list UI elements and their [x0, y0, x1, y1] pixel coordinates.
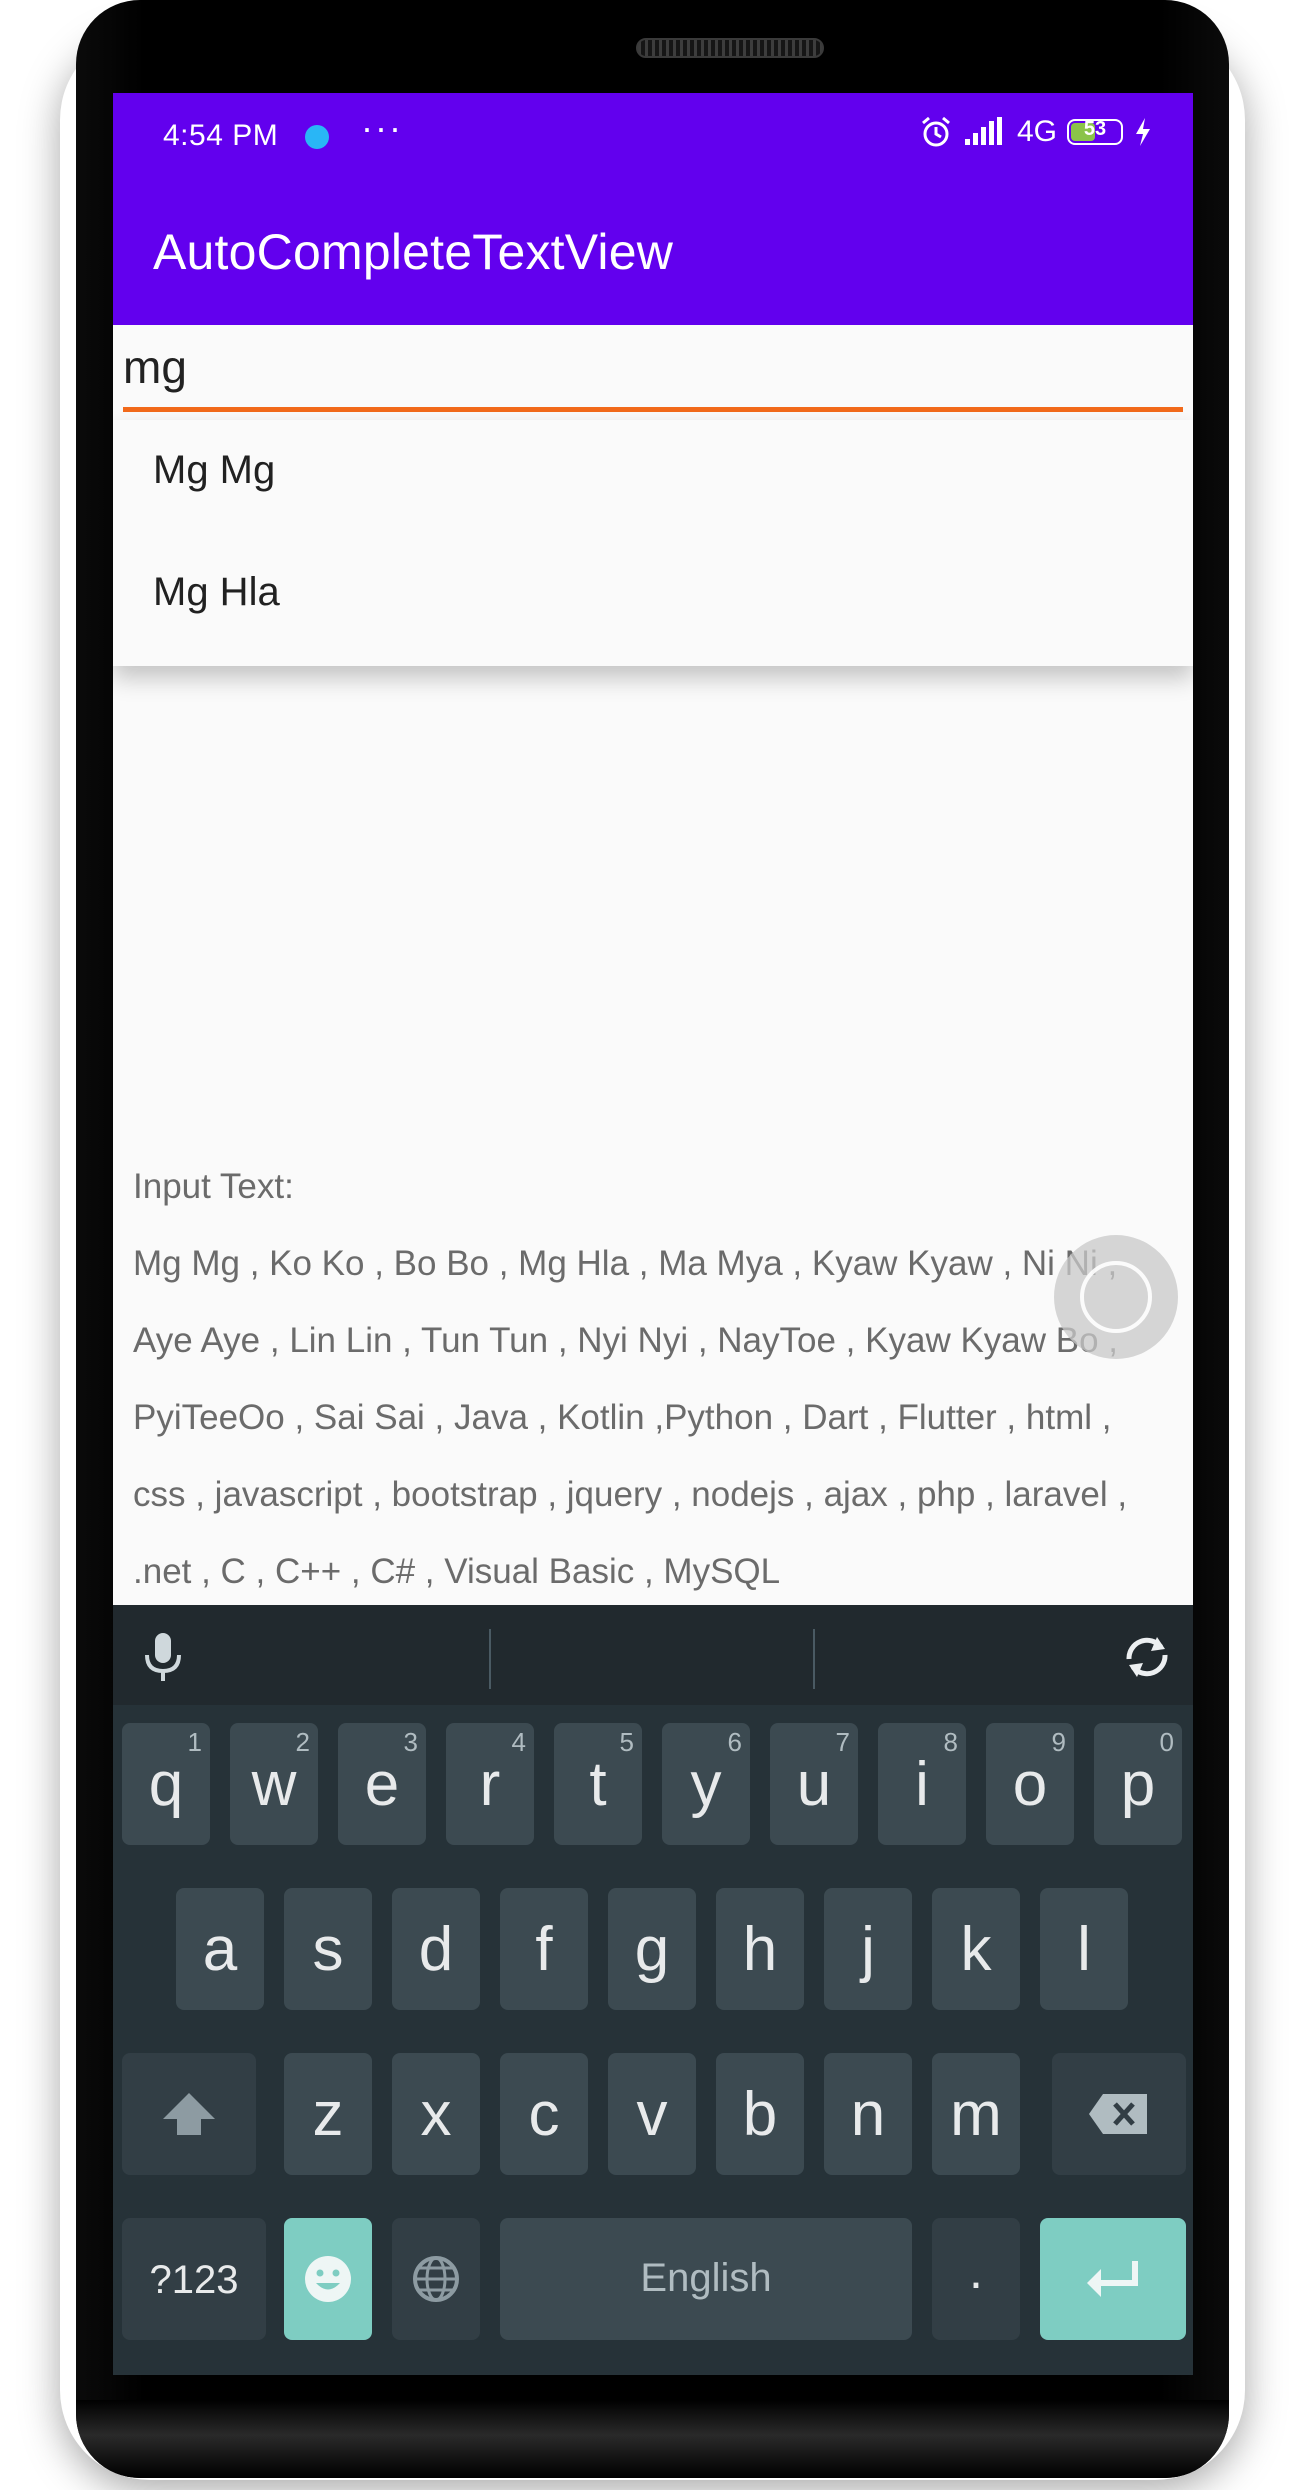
suggestion-item[interactable]: Mg Hla [153, 570, 280, 615]
key-b[interactable]: b [716, 2053, 804, 2175]
globe-icon [413, 2256, 459, 2302]
key-j[interactable]: j [824, 1888, 912, 2010]
key-z[interactable]: z [284, 2053, 372, 2175]
battery-level: 53 [1083, 118, 1107, 140]
shift-icon [163, 2093, 215, 2135]
key-p[interactable]: 0p [1094, 1723, 1182, 1845]
shift-key[interactable] [122, 2053, 256, 2175]
key-g[interactable]: g [608, 1888, 696, 2010]
key-y[interactable]: 6y [662, 1723, 750, 1845]
phone-screen: 4:54 PM ··· 4G 53 AutoCompleteTextView m… [113, 93, 1193, 2375]
key-o[interactable]: 9o [986, 1723, 1074, 1845]
network-type: 4G [1016, 115, 1057, 148]
key-d[interactable]: d [392, 1888, 480, 2010]
status-bar: 4:54 PM ··· 4G 53 [113, 93, 1193, 183]
status-time: 4:54 PM [163, 119, 279, 152]
key-t[interactable]: 5t [554, 1723, 642, 1845]
key-s[interactable]: s [284, 1888, 372, 2010]
key-r[interactable]: 4r [446, 1723, 534, 1845]
sync-icon[interactable] [1117, 1629, 1177, 1685]
alarm-icon [922, 116, 950, 147]
language-key[interactable] [392, 2218, 480, 2340]
toolbar-divider [813, 1629, 815, 1689]
output-text: Mg Mg , Ko Ko , Bo Bo , Mg Hla , Ma Mya … [133, 1244, 1128, 1591]
key-x[interactable]: x [392, 2053, 480, 2175]
emoji-key[interactable] [284, 2218, 372, 2340]
soft-keyboard: 1q 2w 3e 4r 5t 6y 7u 8i 9o 0p a s d f g … [113, 1605, 1193, 2375]
enter-icon [1087, 2261, 1138, 2297]
suggestion-dropdown: Mg Mg Mg Hla [113, 420, 1193, 666]
signal-icon [964, 117, 1002, 145]
backspace-icon [1089, 2094, 1147, 2134]
more-notifications-icon: ··· [361, 107, 403, 148]
suggestion-item[interactable]: Mg Mg [153, 448, 275, 493]
toolbar-divider [489, 1629, 491, 1689]
phone-chin [76, 2400, 1229, 2478]
battery-icon: 53 [1067, 118, 1123, 145]
charging-bolt-icon [1136, 118, 1150, 146]
key-e[interactable]: 3e [338, 1723, 426, 1845]
space-key[interactable]: English [500, 2218, 912, 2340]
status-icons: 4G 53 [919, 115, 1153, 149]
assistive-ring-icon [1080, 1261, 1152, 1333]
notification-dot-icon [305, 125, 329, 149]
key-w[interactable]: 2w [230, 1723, 318, 1845]
earpiece-speaker [636, 38, 824, 58]
autocomplete-field [113, 325, 1193, 425]
output-section: Input Text: Mg Mg , Ko Ko , Bo Bo , Mg H… [133, 1148, 1173, 1610]
assistive-touch-button[interactable] [1054, 1235, 1178, 1359]
key-l[interactable]: l [1040, 1888, 1128, 2010]
backspace-key[interactable] [1052, 2053, 1186, 2175]
key-q[interactable]: 1q [122, 1723, 210, 1845]
input-underline [123, 407, 1183, 412]
symbols-key[interactable]: ?123 [122, 2218, 266, 2340]
output-label: Input Text: [133, 1167, 294, 1206]
key-a[interactable]: a [176, 1888, 264, 2010]
key-m[interactable]: m [932, 2053, 1020, 2175]
app-bar: AutoCompleteTextView [113, 183, 1193, 325]
key-k[interactable]: k [932, 1888, 1020, 2010]
key-i[interactable]: 8i [878, 1723, 966, 1845]
enter-key[interactable] [1040, 2218, 1186, 2340]
autocomplete-input[interactable] [123, 337, 1183, 397]
key-c[interactable]: c [500, 2053, 588, 2175]
page-title: AutoCompleteTextView [153, 224, 674, 280]
key-h[interactable]: h [716, 1888, 804, 2010]
key-f[interactable]: f [500, 1888, 588, 2010]
key-n[interactable]: n [824, 2053, 912, 2175]
emoji-icon [305, 2256, 351, 2302]
key-v[interactable]: v [608, 2053, 696, 2175]
keyboard-toolbar [113, 1605, 1193, 1705]
period-key[interactable]: . [932, 2218, 1020, 2340]
microphone-icon[interactable] [137, 1629, 189, 1685]
key-u[interactable]: 7u [770, 1723, 858, 1845]
